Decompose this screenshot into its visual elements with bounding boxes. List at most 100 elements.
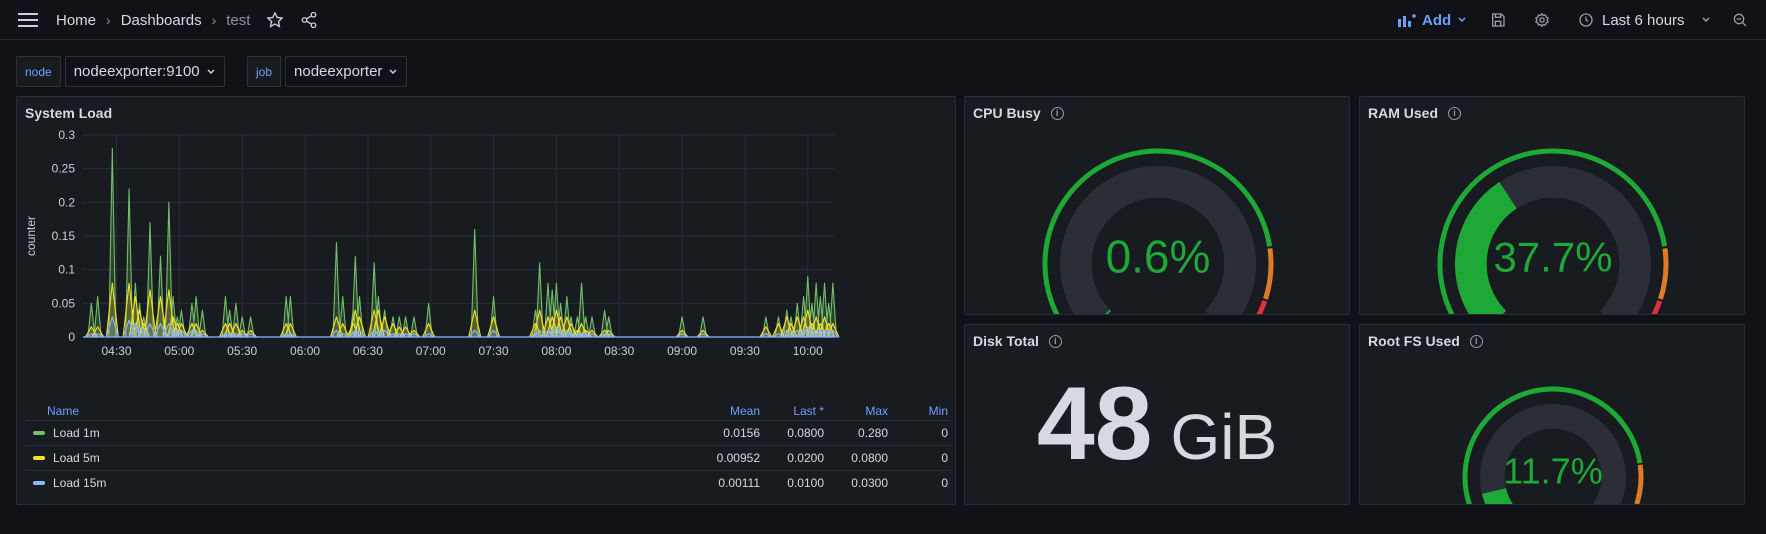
star-icon[interactable] [266, 0, 284, 40]
clock-icon [1579, 13, 1593, 27]
zoom-out-icon[interactable] [1732, 0, 1748, 40]
x-tick-label: 05:00 [164, 344, 194, 358]
stat-display: 48 GiB [965, 365, 1349, 484]
legend-max: 0.280 [857, 426, 888, 440]
ram-used-gauge: 37.7% [1437, 148, 1669, 314]
x-tick-label: 10:00 [793, 344, 823, 358]
y-tick-label: 0 [68, 330, 75, 344]
gauge-value-arc [1481, 487, 1513, 504]
cpu-busy-panel[interactable]: CPU Busy i 0.6% [964, 96, 1350, 315]
top-navbar: Home › Dashboards › test Add Last 6 hour… [0, 0, 1766, 40]
info-icon[interactable]: i [1048, 334, 1062, 348]
y-tick-label: 0.2 [58, 195, 75, 209]
y-axis-label: counter [24, 216, 38, 256]
panel-title: Disk Total [973, 333, 1039, 349]
y-tick-label: 0.3 [58, 128, 75, 142]
variable-label: job [247, 56, 282, 87]
legend-swatch [33, 431, 45, 435]
add-panel-icon [1398, 14, 1416, 27]
threshold-arc-orange [1658, 248, 1669, 300]
legend-header-max[interactable]: Max [826, 404, 890, 418]
legend-last: 0.0200 [787, 451, 824, 465]
cpu-busy-gauge: 0.6% [1042, 148, 1274, 314]
root-fs-panel[interactable]: Root FS Used i 11.7% [1359, 324, 1745, 505]
x-tick-label: 06:30 [353, 344, 383, 358]
chevron-down-icon [389, 68, 397, 74]
variable-value: nodeexporter [294, 63, 383, 80]
time-range-label: Last 6 hours [1602, 11, 1685, 29]
x-tick-label: 08:00 [541, 344, 571, 358]
y-tick-label: 0.25 [52, 162, 76, 176]
y-tick-label: 0.1 [58, 263, 75, 277]
breadcrumb: Home › Dashboards › test [56, 0, 250, 40]
root-fs-gauge: 11.7% [1462, 386, 1644, 504]
variable-select[interactable]: nodeexporter:9100 [64, 56, 225, 87]
legend-min: 0 [941, 426, 948, 440]
gauge-value: 0.6% [1106, 230, 1211, 282]
x-tick-label: 07:00 [416, 344, 446, 358]
legend-series-name: Load 5m [53, 451, 100, 465]
legend-row[interactable]: Load 5m 0.00952 0.0200 0.0800 0 [25, 445, 950, 470]
breadcrumb-separator-icon: › [211, 12, 217, 28]
variable-job: job nodeexporter [247, 56, 408, 87]
time-range-picker[interactable]: Last 6 hours [1578, 0, 1711, 40]
legend-min: 0 [941, 476, 948, 490]
legend-min: 0 [941, 451, 948, 465]
legend-max: 0.0300 [851, 476, 888, 490]
breadcrumb-current: test [226, 11, 251, 29]
disk-total-panel[interactable]: Disk Total i 48 GiB [964, 324, 1350, 505]
series-area-load-1m [87, 147, 837, 338]
x-tick-label: 07:30 [479, 344, 509, 358]
legend-series-name: Load 15m [53, 476, 107, 490]
variable-select[interactable]: nodeexporter [285, 56, 408, 87]
legend-last: 0.0100 [787, 476, 824, 490]
legend-swatch [33, 481, 45, 485]
y-tick-label: 0.05 [52, 296, 76, 310]
gauge-value: 11.7% [1503, 450, 1602, 491]
legend-header-mean[interactable]: Mean [680, 404, 762, 418]
legend-mean: 0.0156 [723, 426, 760, 440]
legend-header-row: Name Mean Last * Max Min [25, 402, 950, 420]
legend-row[interactable]: Load 1m 0.0156 0.0800 0.280 0 [25, 420, 950, 445]
legend-series-name: Load 1m [53, 426, 100, 440]
legend-header-min[interactable]: Min [890, 404, 950, 418]
breadcrumb-home[interactable]: Home [56, 12, 96, 29]
threshold-arc-orange [1634, 464, 1644, 504]
x-tick-label: 09:30 [730, 344, 760, 358]
system-load-chart[interactable]: 0 0.05 0.1 0.15 0.2 0.25 0.3 04:30 05:00 05:30 06:… [17, 97, 955, 407]
legend-last: 0.0800 [787, 426, 824, 440]
chevron-down-icon [1458, 17, 1466, 23]
x-tick-label: 04:30 [101, 344, 131, 358]
save-icon[interactable] [1490, 0, 1506, 40]
series-area-load-5m [84, 282, 840, 338]
legend-row[interactable]: Load 15m 0.00111 0.0100 0.0300 0 [25, 470, 950, 495]
ram-used-panel[interactable]: RAM Used i 37.7% [1359, 96, 1745, 315]
x-tick-label: 08:30 [604, 344, 634, 358]
legend-mean: 0.00111 [718, 476, 760, 490]
legend-header-name[interactable]: Name [25, 404, 680, 418]
x-tick-label: 05:30 [227, 344, 257, 358]
legend-header-last[interactable]: Last * [762, 404, 826, 418]
x-tick-label: 09:00 [667, 344, 697, 358]
threshold-arc-orange [1263, 248, 1274, 300]
breadcrumb-dashboards[interactable]: Dashboards [121, 12, 202, 29]
system-load-panel[interactable]: System Load 0 0.05 0.1 0.15 0.2 0.25 0.3 04:30 0… [16, 96, 956, 505]
variable-value: nodeexporter:9100 [73, 63, 200, 80]
legend-swatch [33, 456, 45, 460]
legend-mean: 0.00952 [716, 451, 760, 465]
chevron-down-icon [1702, 17, 1710, 23]
add-button-label: Add [1422, 11, 1452, 29]
stat-unit: GiB [1170, 401, 1278, 473]
gear-icon[interactable] [1534, 0, 1550, 40]
variable-node: node nodeexporter:9100 [16, 56, 225, 87]
gauge-value: 37.7% [1493, 234, 1612, 281]
y-tick-label: 0.15 [52, 229, 76, 243]
add-button[interactable]: Add [1398, 0, 1467, 40]
legend-table: Name Mean Last * Max Min Load 1m 0.0156 … [25, 402, 950, 495]
breadcrumb-separator-icon: › [106, 12, 111, 28]
share-icon[interactable] [300, 0, 318, 40]
stat-value: 48 [1036, 366, 1153, 482]
variable-label: node [16, 56, 61, 87]
menu-icon[interactable] [18, 0, 38, 40]
legend-max: 0.0800 [851, 451, 888, 465]
